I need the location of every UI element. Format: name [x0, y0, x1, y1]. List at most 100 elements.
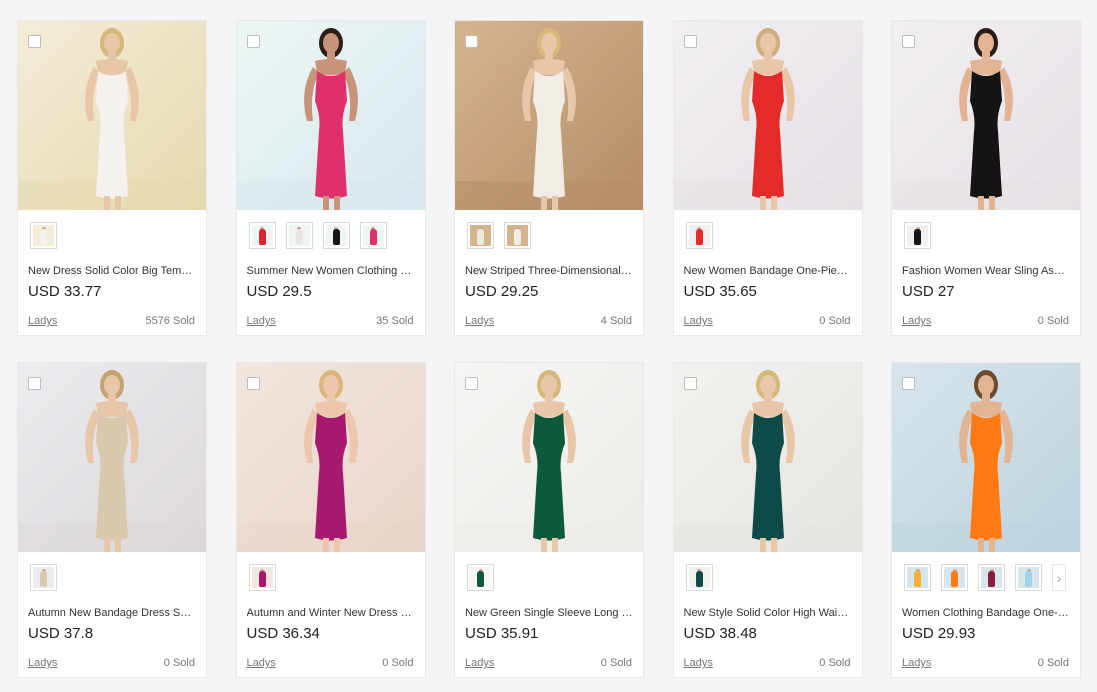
product-price: USD 37.8 [28, 625, 94, 642]
select-checkbox[interactable] [465, 35, 478, 48]
product-price: USD 35.65 [683, 283, 757, 300]
color-swatches [30, 564, 57, 591]
product-title[interactable]: New Green Single Sleeve Long Slit Bandag… [465, 606, 633, 620]
product-card[interactable]: › Women Clothing Bandage One-Piece V-Neck… [891, 362, 1081, 678]
product-image[interactable] [892, 21, 1080, 210]
shop-link[interactable]: Ladys [465, 657, 494, 670]
product-image[interactable] [236, 363, 425, 552]
chevron-right-icon[interactable]: › [1052, 564, 1066, 591]
color-swatches [467, 564, 494, 591]
select-checkbox[interactable] [683, 377, 697, 390]
product-image[interactable] [673, 363, 862, 552]
product-price: USD 38.48 [683, 625, 757, 642]
color-swatch[interactable] [467, 564, 494, 591]
model-photo [18, 21, 206, 210]
shop-link[interactable]: Ladys [684, 657, 713, 670]
product-card[interactable]: New Style Solid Color High Waist Velvet … [672, 362, 863, 678]
product-card[interactable]: New Women Bandage One-Piece Strap Red Dr… [672, 20, 863, 336]
shop-link[interactable]: Ladys [28, 657, 57, 670]
product-card[interactable]: Summer New Women Clothing Off Shoulder B… [235, 20, 426, 336]
color-swatch[interactable] [685, 564, 713, 591]
product-image[interactable] [18, 21, 206, 210]
product-grid: New Dress Solid Color Big Temperament Sl… [17, 20, 1081, 678]
color-swatch[interactable] [30, 222, 57, 249]
model-photo [455, 21, 643, 210]
product-image[interactable] [673, 21, 862, 210]
product-title[interactable]: New Style Solid Color High Waist Velvet … [684, 606, 852, 620]
sold-count: 0 Sold [600, 657, 632, 669]
product-card[interactable]: New Striped Three-Dimensional Mermaid Ba… [454, 20, 644, 336]
sold-count: 35 Sold [376, 315, 414, 327]
select-checkbox[interactable] [902, 35, 915, 48]
color-swatch[interactable] [30, 564, 57, 591]
color-swatch[interactable] [359, 222, 387, 249]
color-swatch[interactable] [504, 222, 531, 249]
color-swatch[interactable] [1015, 564, 1042, 591]
sold-count: 0 Sold [1037, 315, 1069, 327]
sold-count: 0 Sold [382, 657, 414, 669]
color-swatch[interactable] [248, 564, 276, 591]
color-swatch[interactable] [904, 564, 931, 591]
color-swatches [904, 222, 931, 249]
product-title[interactable]: Women Clothing Bandage One-Piece V-Neck … [902, 606, 1070, 620]
product-image[interactable] [455, 21, 643, 210]
product-image[interactable] [892, 363, 1080, 552]
select-checkbox[interactable] [246, 377, 260, 390]
model-photo [18, 363, 206, 552]
color-swatch[interactable] [322, 222, 350, 249]
color-swatches [248, 564, 276, 591]
color-swatch[interactable] [248, 222, 276, 249]
product-title[interactable]: Fashion Women Wear Sling Asymmetric Blac… [902, 264, 1070, 278]
product-price: USD 35.91 [465, 625, 539, 642]
model-photo [892, 21, 1080, 210]
select-checkbox[interactable] [246, 35, 260, 48]
shop-link[interactable]: Ladys [902, 657, 931, 670]
product-title[interactable]: New Striped Three-Dimensional Mermaid Ba… [465, 264, 633, 278]
product-image[interactable] [18, 363, 206, 552]
product-title[interactable]: Autumn and Winter New Dress Long Sleeve … [247, 606, 415, 620]
product-title[interactable]: New Women Bandage One-Piece Strap Red Dr… [684, 264, 852, 278]
product-price: USD 33.77 [28, 283, 102, 300]
product-card[interactable]: New Dress Solid Color Big Temperament Sl… [17, 20, 207, 336]
sold-count: 5576 Sold [145, 315, 195, 327]
select-checkbox[interactable] [28, 35, 41, 48]
color-swatch[interactable] [467, 222, 494, 249]
shop-link[interactable]: Ladys [465, 315, 494, 328]
select-checkbox[interactable] [465, 377, 478, 390]
model-photo [455, 363, 643, 552]
product-card[interactable]: New Green Single Sleeve Long Slit Bandag… [454, 362, 644, 678]
shop-link[interactable]: Ladys [684, 315, 713, 328]
color-swatches [30, 222, 57, 249]
model-photo [236, 21, 425, 210]
color-swatch[interactable] [978, 564, 1005, 591]
color-swatch[interactable] [904, 222, 931, 249]
color-swatch[interactable] [685, 222, 713, 249]
select-checkbox[interactable] [683, 35, 697, 48]
product-title[interactable]: Summer New Women Clothing Off Shoulder B… [247, 264, 415, 278]
color-swatches: › [904, 564, 1066, 591]
product-price: USD 27 [902, 283, 955, 300]
product-price: USD 29.5 [246, 283, 312, 300]
product-price: USD 29.25 [465, 283, 539, 300]
color-swatches [685, 222, 713, 249]
product-title[interactable]: Autumn New Bandage Dress Sequin Gold Dre… [28, 606, 196, 620]
select-checkbox[interactable] [28, 377, 41, 390]
model-photo [892, 363, 1080, 552]
color-swatch[interactable] [285, 222, 313, 249]
product-card[interactable]: Autumn New Bandage Dress Sequin Gold Dre… [17, 362, 207, 678]
shop-link[interactable]: Ladys [247, 315, 276, 328]
product-image[interactable] [455, 363, 643, 552]
shop-link[interactable]: Ladys [28, 315, 57, 328]
color-swatch[interactable] [941, 564, 968, 591]
sold-count: 0 Sold [819, 315, 851, 327]
model-photo [236, 363, 425, 552]
select-checkbox[interactable] [902, 377, 915, 390]
product-title[interactable]: New Dress Solid Color Big Temperament Sl… [28, 264, 196, 278]
model-photo [673, 21, 862, 210]
shop-link[interactable]: Ladys [247, 657, 276, 670]
product-card[interactable]: Fashion Women Wear Sling Asymmetric Blac… [891, 20, 1081, 336]
product-card[interactable]: Autumn and Winter New Dress Long Sleeve … [235, 362, 426, 678]
shop-link[interactable]: Ladys [902, 315, 931, 328]
product-image[interactable] [236, 21, 425, 210]
sold-count: 0 Sold [1037, 657, 1069, 669]
